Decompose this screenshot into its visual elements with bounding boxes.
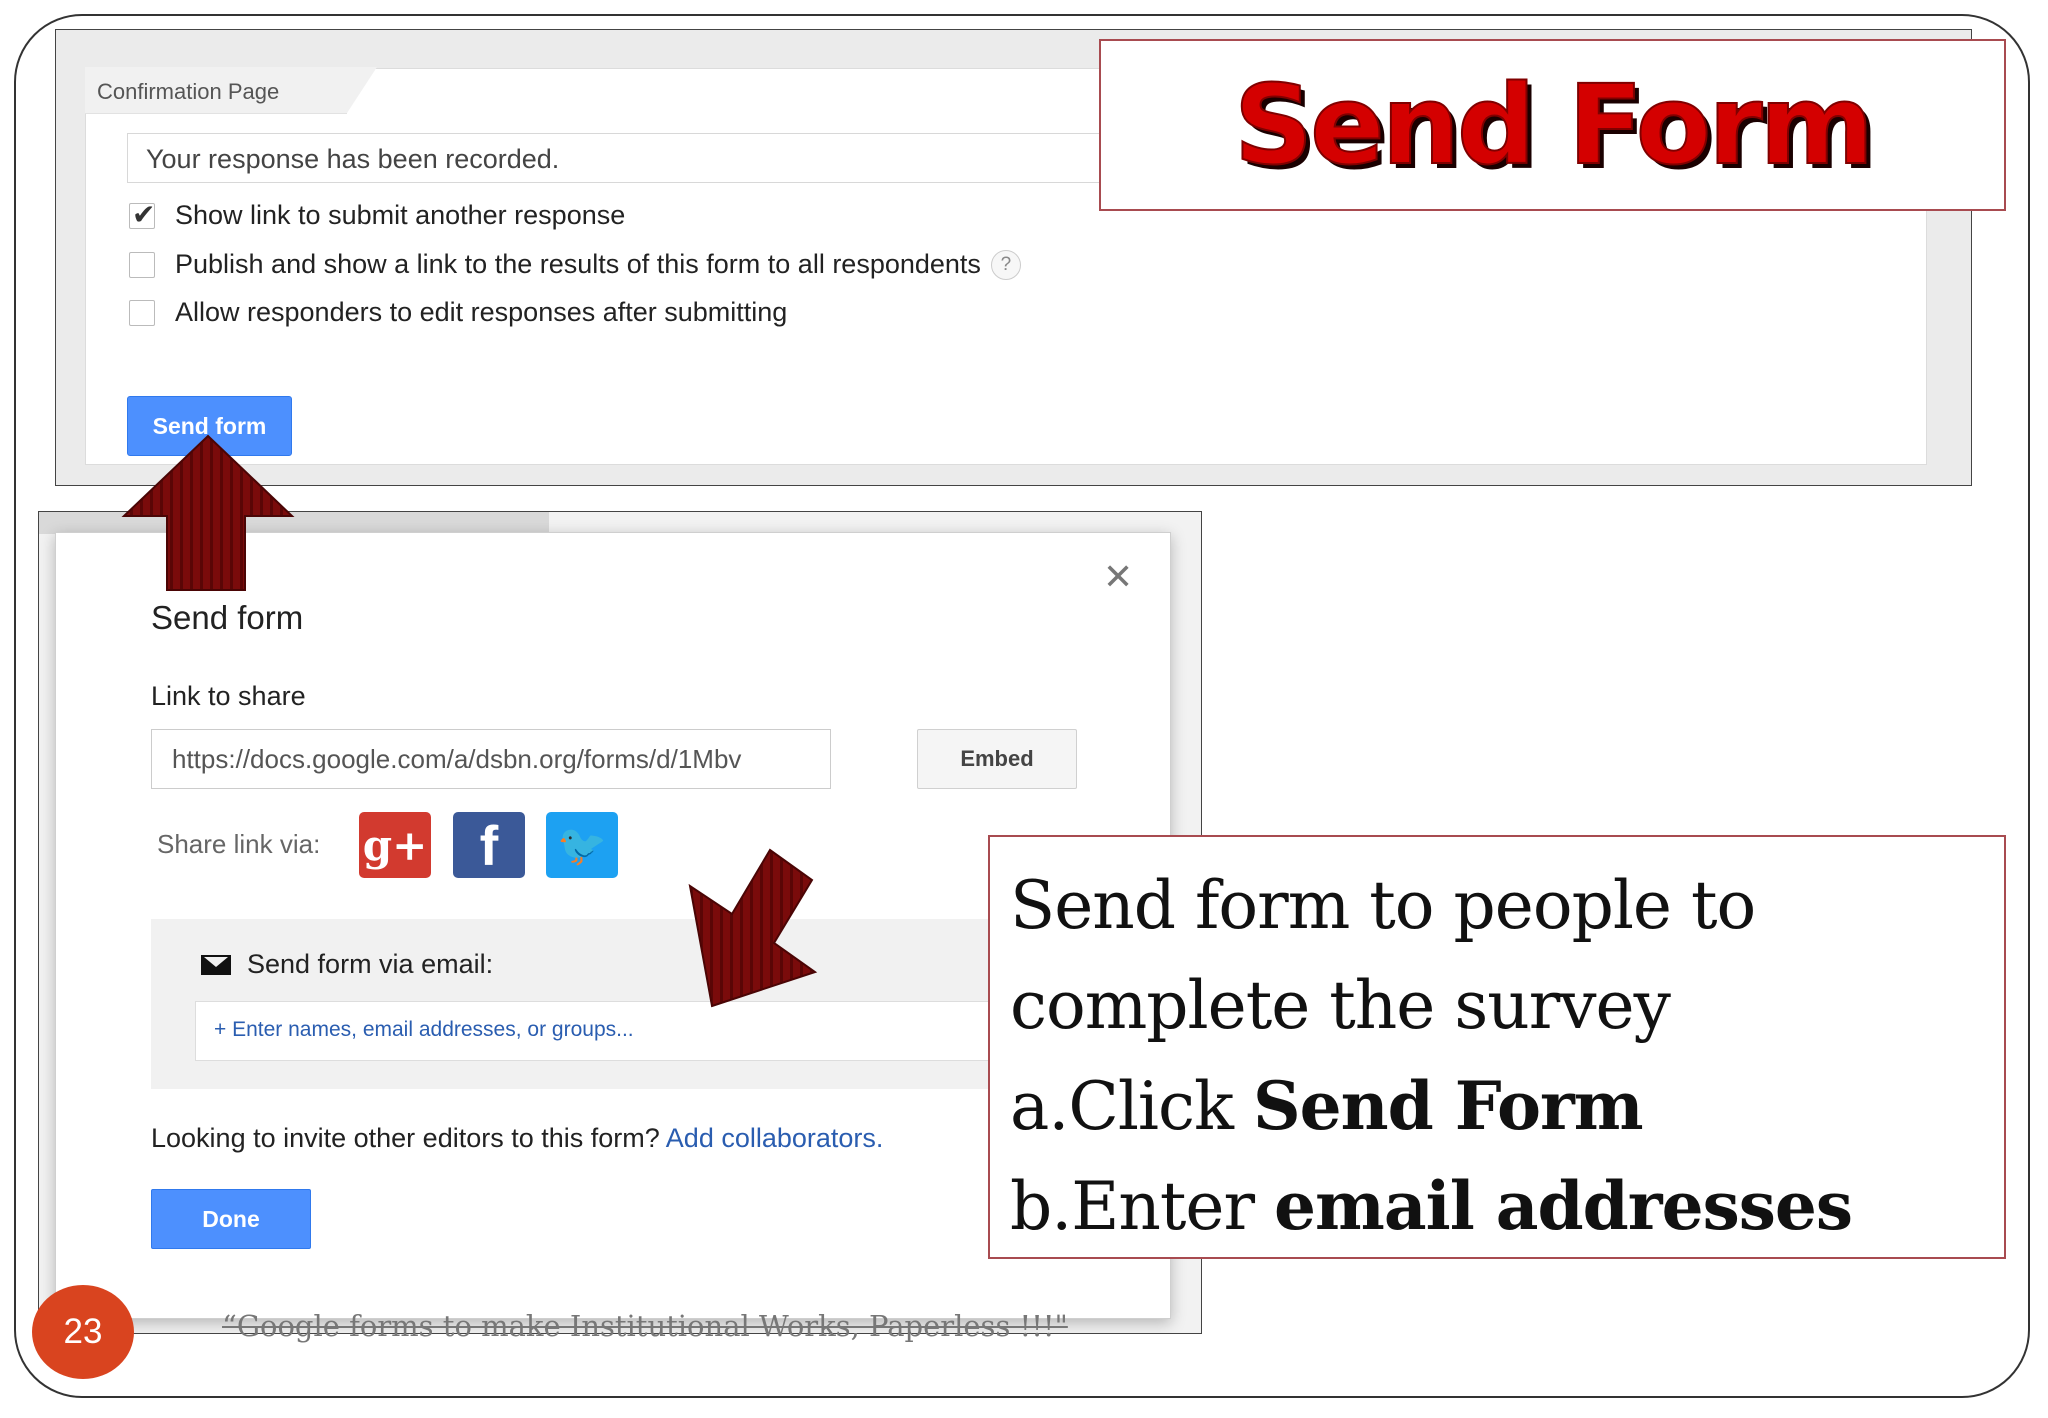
instruction-line-2: complete the survey: [1010, 967, 1671, 1044]
instruction-line-1: Send form to people to: [1010, 867, 1756, 944]
up-arrow-icon: [121, 434, 295, 591]
slide-footer: “Google forms to make Institutional Work…: [222, 1309, 1068, 1343]
instruction-step-b-bold: email addresses: [1274, 1167, 1853, 1245]
instruction-step-a-bold: Send Form: [1252, 1067, 1644, 1145]
instruction-line-3: a.Click Send Form: [1010, 1067, 1644, 1145]
down-left-arrow-icon: [688, 848, 818, 1008]
instruction-line-4: b.Enter email addresses: [1010, 1167, 1853, 1245]
slide-number-badge: 23: [32, 1285, 134, 1379]
instruction-step-a: a.Click: [1010, 1068, 1253, 1145]
instruction-box: Send form to people to complete the surv…: [988, 835, 2006, 1259]
instruction-step-b: b.Enter: [1010, 1168, 1275, 1245]
